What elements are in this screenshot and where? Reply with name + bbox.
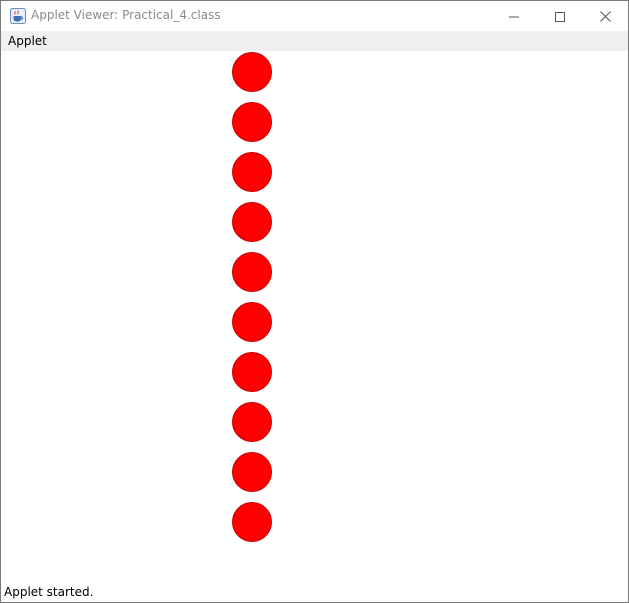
red-circle [232,102,272,142]
red-circle [232,202,272,242]
red-circle [232,502,272,542]
menu-applet[interactable]: Applet [3,33,52,50]
close-icon [599,7,611,26]
red-circle [232,152,272,192]
red-circle [232,452,272,492]
title-bar[interactable]: Applet Viewer: Practical_4.class [1,1,628,31]
java-cup-icon [10,8,26,24]
minimize-button[interactable] [491,1,537,31]
red-circle [232,402,272,442]
maximize-icon [555,7,565,26]
maximize-button[interactable] [537,1,583,31]
applet-viewer-window: Applet Viewer: Practical_4.class Applet … [0,0,629,603]
status-bar: Applet started. [1,582,628,602]
red-circle [232,302,272,342]
red-circle [232,52,272,92]
menu-bar: Applet [1,31,628,51]
window-title: Applet Viewer: Practical_4.class [31,8,221,22]
status-text: Applet started. [4,585,94,599]
circle-drawing [232,52,272,542]
red-circle [232,352,272,392]
minimize-icon [509,7,519,26]
close-button[interactable] [582,1,628,31]
applet-canvas [1,51,628,581]
red-circle [232,252,272,292]
